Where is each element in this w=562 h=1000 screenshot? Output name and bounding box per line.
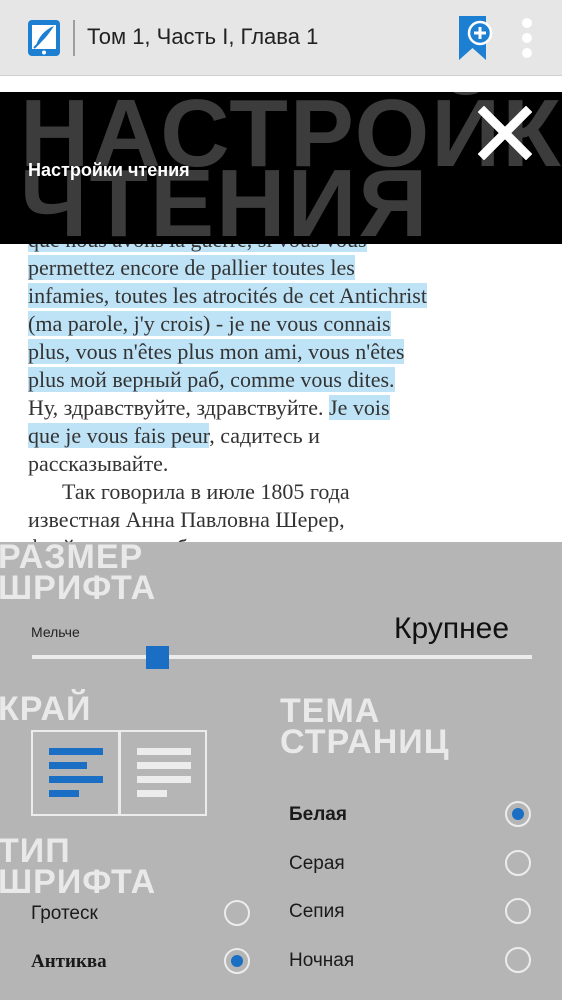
app-bar: Том 1, Часть I, Глава 1 [0,0,562,76]
overflow-menu-icon[interactable] [516,16,538,60]
alignment-selector [31,730,207,816]
text-line: infamies, toutes les atrocités de cet An… [28,283,427,308]
settings-panel: РАЗМЕР ШРИФТА Мельче Крупнее КРАЙ ТЕМА С… [0,542,562,1000]
appbar-divider [73,20,75,56]
chapter-title[interactable]: Том 1, Часть I, Глава 1 [87,24,318,50]
theme-option-sepia[interactable]: Сепия [289,895,344,929]
theme-white-radio[interactable] [505,801,531,827]
theme-option-gray[interactable]: Серая [289,847,345,881]
theme-heading: ТЕМА СТРАНИЦ [280,692,450,761]
bookmark-add-icon[interactable] [456,16,496,60]
quill-phone-icon[interactable] [24,18,64,58]
theme-gray-radio[interactable] [505,850,531,876]
text-line: plus, vous n'êtes plus mon ami, vous n'ê… [28,339,405,364]
theme-option-night[interactable]: Ночная [289,944,354,978]
font-type-heading: ТИП ШРИФТА [0,832,157,901]
font-sans-radio[interactable] [224,900,250,926]
justify-icon[interactable] [117,732,206,814]
theme-sepia-radio[interactable] [505,898,531,924]
text-line: известная Анна Павловна Шерер, [28,507,345,532]
font-size-heading: РАЗМЕР ШРИФТА [0,542,157,607]
text-line: que je vous fais peur, садитесь и [28,423,320,448]
font-option-sans[interactable]: Гротеск [31,897,98,931]
edge-heading: КРАЙ [0,690,92,728]
text-line: Так говорила в июле 1805 года [62,479,350,504]
font-serif-radio[interactable] [224,948,250,974]
text-line: фрейлина и приближенная императрицы [28,534,548,542]
smaller-label: Мельче [31,624,80,640]
settings-title: Настройки чтения [28,160,190,180]
slider-thumb[interactable] [145,646,169,669]
text-line: Ну, здравствуйте, здравствуйте. Je vois [28,395,390,420]
text-line: (ma parole, j'y crois) - je ne vous conn… [28,311,391,336]
text-line: рассказывайте. [28,451,169,476]
text-line: permettez encore de pallier toutes les [28,255,355,280]
font-option-serif[interactable]: Антиква [31,945,107,979]
book-text: que nous avons la guerre, si vous vous p… [28,226,548,542]
font-size-slider[interactable] [32,655,532,659]
theme-option-white[interactable]: Белая [289,798,347,832]
close-icon[interactable] [478,106,532,160]
theme-night-radio[interactable] [505,947,531,973]
align-left-icon[interactable] [33,732,118,814]
larger-label: Крупнее [394,612,510,645]
text-line: plus мой верный раб, comme vous dites. [28,367,395,392]
